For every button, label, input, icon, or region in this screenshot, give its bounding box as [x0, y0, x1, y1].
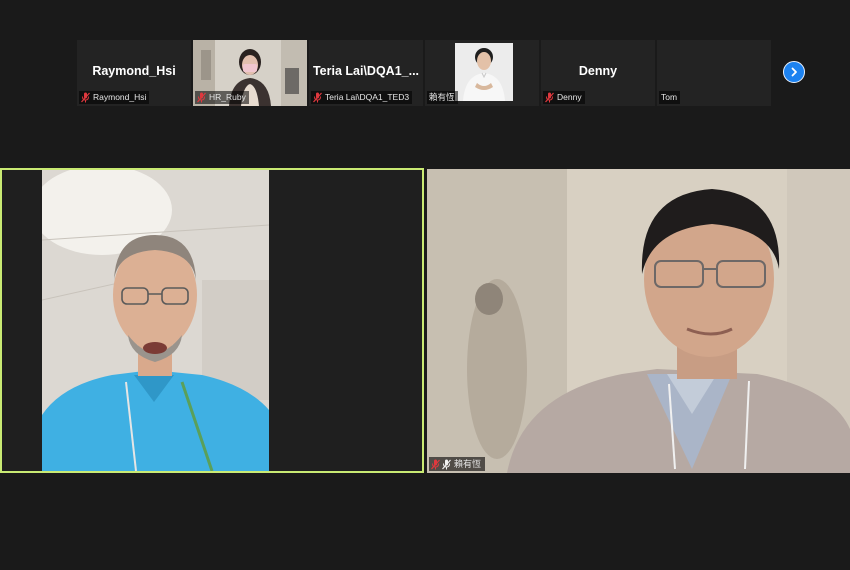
- participant-video-tile-lai[interactable]: 賴有恆: [427, 169, 850, 473]
- participant-tile-hr-ruby[interactable]: HR_Ruby: [193, 40, 307, 106]
- participant-name-label: Tom: [659, 91, 681, 104]
- active-speaker-video-feed: [42, 170, 269, 471]
- participant-name-label: Raymond_Hsi: [79, 91, 150, 104]
- participant-tile-tom[interactable]: Tom: [657, 40, 771, 106]
- participant-name-label: Denny: [543, 91, 585, 104]
- mic-muted-icon: [197, 92, 206, 103]
- participant-label-text: Raymond_Hsi: [93, 92, 147, 102]
- participant-strip: Raymond_Hsi Raymond_Hsi HR_Ruby Teria La…: [77, 40, 773, 106]
- active-speaker-video-tile[interactable]: [0, 168, 424, 473]
- participant-avatar-photo: [455, 43, 513, 101]
- mic-muted-icon: [442, 459, 451, 470]
- participant-name-label: HR_Ruby: [195, 91, 249, 104]
- participant-tile-teria-lai[interactable]: Teria Lai\DQA1_... Teria Lai\DQA1_TED3: [309, 40, 423, 106]
- participant-display-name: Teria Lai\DQA1_...: [312, 64, 420, 78]
- participant-tile-denny[interactable]: Denny Denny: [541, 40, 655, 106]
- participant-label-text: 賴有恆: [454, 459, 482, 469]
- participant-tile-lai[interactable]: 賴有恆: [425, 40, 539, 106]
- participant-name-label: 賴有恆: [429, 457, 486, 471]
- participant-label-text: Teria Lai\DQA1_TED3: [325, 92, 410, 102]
- participant-name-label: 賴有恆: [427, 91, 458, 104]
- participant-tile-raymond[interactable]: Raymond_Hsi Raymond_Hsi: [77, 40, 191, 106]
- mic-muted-icon: [545, 92, 554, 103]
- participant-display-name: Raymond_Hsi: [92, 64, 176, 78]
- participant-label-text: Tom: [661, 92, 678, 102]
- participant-name-label: Teria Lai\DQA1_TED3: [311, 91, 413, 104]
- chevron-right-icon: [791, 67, 797, 77]
- mic-muted-icon: [431, 459, 440, 470]
- participant-video-feed: [427, 169, 850, 473]
- mic-muted-icon: [313, 92, 322, 103]
- participant-label-text: 賴有恆: [429, 92, 455, 102]
- participant-display-name: Denny: [578, 64, 618, 78]
- participant-label-text: Denny: [557, 92, 582, 102]
- next-page-button[interactable]: [783, 61, 805, 83]
- mic-muted-icon: [81, 92, 90, 103]
- participant-label-text: HR_Ruby: [209, 92, 246, 102]
